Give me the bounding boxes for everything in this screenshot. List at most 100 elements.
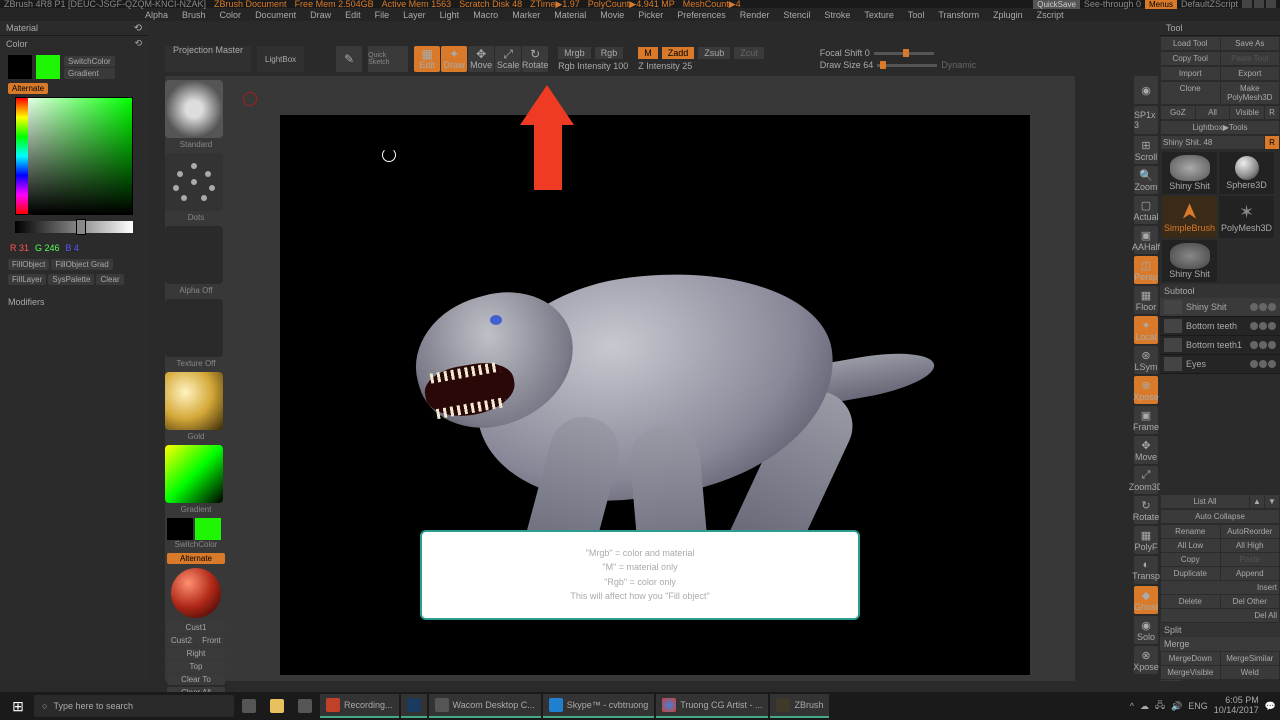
- menu-render[interactable]: Render: [740, 10, 770, 20]
- rotate-button[interactable]: ↻Rotate: [522, 46, 548, 72]
- autoreorder-button[interactable]: AutoReorder: [1221, 525, 1280, 538]
- material-sphere[interactable]: [171, 568, 221, 618]
- weld-button[interactable]: Weld: [1221, 666, 1280, 679]
- rotate3d-button[interactable]: ↻Rotate: [1134, 496, 1158, 524]
- hue-strip[interactable]: [16, 98, 28, 214]
- alllow-button[interactable]: All Low: [1161, 539, 1220, 552]
- copytool-button[interactable]: Copy Tool: [1161, 52, 1220, 65]
- zsub-button[interactable]: Zsub: [698, 47, 730, 59]
- grayscale-slider[interactable]: [15, 221, 133, 233]
- cust1-button[interactable]: Cust1: [167, 622, 225, 633]
- texture-preview[interactable]: [165, 299, 223, 357]
- menu-zplugin[interactable]: Zplugin: [993, 10, 1023, 20]
- close-icon[interactable]: [1266, 0, 1276, 8]
- zcut-button[interactable]: Zcut: [734, 47, 764, 59]
- menu-edit[interactable]: Edit: [345, 10, 361, 20]
- menu-brush[interactable]: Brush: [182, 10, 206, 20]
- tray-volume-icon[interactable]: 🔊: [1171, 701, 1182, 712]
- tray-lang[interactable]: ENG: [1188, 701, 1208, 711]
- task-zbrush[interactable]: ZBrush: [770, 694, 829, 718]
- zoom-button[interactable]: 🔍Zoom: [1134, 166, 1158, 194]
- tray-onedrive-icon[interactable]: ☁: [1140, 701, 1149, 712]
- persp-button[interactable]: ◫Persp: [1134, 256, 1158, 284]
- ghost-button[interactable]: ◆Ghost: [1134, 586, 1158, 614]
- menu-stroke[interactable]: Stroke: [824, 10, 850, 20]
- menu-transform[interactable]: Transform: [938, 10, 979, 20]
- mergedown-button[interactable]: MergeDown: [1161, 652, 1220, 665]
- menu-tool[interactable]: Tool: [908, 10, 925, 20]
- r2-button[interactable]: R: [1265, 136, 1279, 149]
- tool-thumb-simplebrush[interactable]: SimpleBrush: [1162, 196, 1217, 238]
- tray-network-icon[interactable]: 🖧: [1155, 698, 1165, 714]
- switchcolor-button[interactable]: SwitchColor: [64, 56, 115, 67]
- tool-thumb-shiny2[interactable]: Shiny Shit: [1162, 240, 1217, 282]
- menu-file[interactable]: File: [375, 10, 390, 20]
- subtool-item-3[interactable]: Eyes: [1160, 355, 1280, 374]
- menus-button[interactable]: Menus: [1145, 0, 1177, 9]
- z-intensity-label[interactable]: Z Intensity 25: [638, 61, 764, 71]
- color-picker[interactable]: [15, 97, 133, 215]
- delother-button[interactable]: Del Other: [1221, 595, 1280, 608]
- edit-button[interactable]: ▦Edit: [414, 46, 440, 72]
- primary-color-swatch[interactable]: [36, 55, 60, 79]
- menu-preferences[interactable]: Preferences: [677, 10, 726, 20]
- top-button[interactable]: Top: [167, 661, 225, 672]
- dynamic-label[interactable]: Dynamic: [941, 60, 976, 70]
- xpose-button[interactable]: ⊗Xpose: [1134, 376, 1158, 404]
- tool-thumb-current[interactable]: Shiny Shit: [1162, 152, 1217, 194]
- menu-color[interactable]: Color: [220, 10, 242, 20]
- g-value[interactable]: G 246: [35, 243, 60, 253]
- secondary-color-swatch[interactable]: [8, 55, 32, 79]
- insert-button[interactable]: Insert: [1161, 581, 1279, 594]
- delete-button[interactable]: Delete: [1161, 595, 1220, 608]
- move-button[interactable]: ✥Move: [468, 46, 494, 72]
- explorer-button[interactable]: [264, 694, 290, 718]
- menu-macro[interactable]: Macro: [473, 10, 498, 20]
- default-zscript[interactable]: DefaultZScript: [1181, 0, 1238, 9]
- move3d-button[interactable]: ✥Move: [1134, 436, 1158, 464]
- task-photoshop[interactable]: [401, 694, 427, 718]
- color1-swatch[interactable]: [195, 518, 221, 540]
- maximize-icon[interactable]: [1254, 0, 1264, 8]
- listall-button[interactable]: List All: [1161, 495, 1249, 508]
- merge-header[interactable]: Merge: [1160, 637, 1280, 651]
- color2-swatch[interactable]: [167, 518, 193, 540]
- alternate2-button[interactable]: Alternate: [167, 553, 225, 564]
- pin-icon[interactable]: ⟲: [134, 23, 142, 34]
- clone-button[interactable]: Clone: [1161, 82, 1220, 104]
- start-button[interactable]: ⊞: [4, 694, 32, 718]
- syspalette-button[interactable]: SysPalette: [48, 274, 94, 285]
- mergesimilar-button[interactable]: MergeSimilar: [1221, 652, 1280, 665]
- saveas-button[interactable]: Save As: [1221, 37, 1280, 50]
- notifications-icon[interactable]: 💬: [1265, 701, 1276, 712]
- up-icon[interactable]: ▲: [1250, 495, 1264, 508]
- alternate-button[interactable]: Alternate: [8, 83, 48, 94]
- mrgb-button[interactable]: Mrgb: [558, 47, 591, 59]
- zoom3d-button[interactable]: ⤢Zoom3D: [1134, 466, 1158, 494]
- color-panel-header[interactable]: Color ⟲: [0, 36, 148, 51]
- goz-button[interactable]: GoZ: [1161, 106, 1195, 119]
- delall-button[interactable]: Del All: [1161, 609, 1279, 622]
- stroke-preview[interactable]: [165, 153, 223, 211]
- front-button[interactable]: Front: [198, 635, 225, 646]
- loadtool-button[interactable]: Load Tool: [1161, 37, 1220, 50]
- solo-button[interactable]: ◉Solo: [1134, 616, 1158, 644]
- menu-layer[interactable]: Layer: [403, 10, 426, 20]
- zadd-button[interactable]: Zadd: [662, 47, 695, 59]
- rgb-button[interactable]: Rgb: [595, 47, 624, 59]
- spix-button[interactable]: SP1x 3: [1134, 106, 1158, 134]
- tray-chevron-icon[interactable]: ^: [1130, 701, 1134, 711]
- search-box[interactable]: ○Type here to search: [34, 695, 234, 717]
- transp-button[interactable]: ◐Transp: [1134, 556, 1158, 584]
- current-tool-name[interactable]: Shiny Shit. 48: [1161, 136, 1264, 149]
- mergevisible-button[interactable]: MergeVisible: [1161, 666, 1220, 679]
- rgb-intensity-label[interactable]: Rgb Intensity 100: [558, 61, 628, 71]
- taskview-button[interactable]: [236, 694, 262, 718]
- scale-button[interactable]: ⤢Scale: [495, 46, 521, 72]
- fillobjectgrad-button[interactable]: FillObject Grad: [51, 259, 112, 270]
- append-button[interactable]: Append: [1221, 567, 1280, 580]
- menu-stencil[interactable]: Stencil: [783, 10, 810, 20]
- lightbox-button[interactable]: LightBox: [257, 46, 304, 72]
- lsym-button[interactable]: ⊛LSym: [1134, 346, 1158, 374]
- r-button[interactable]: R: [1265, 106, 1279, 119]
